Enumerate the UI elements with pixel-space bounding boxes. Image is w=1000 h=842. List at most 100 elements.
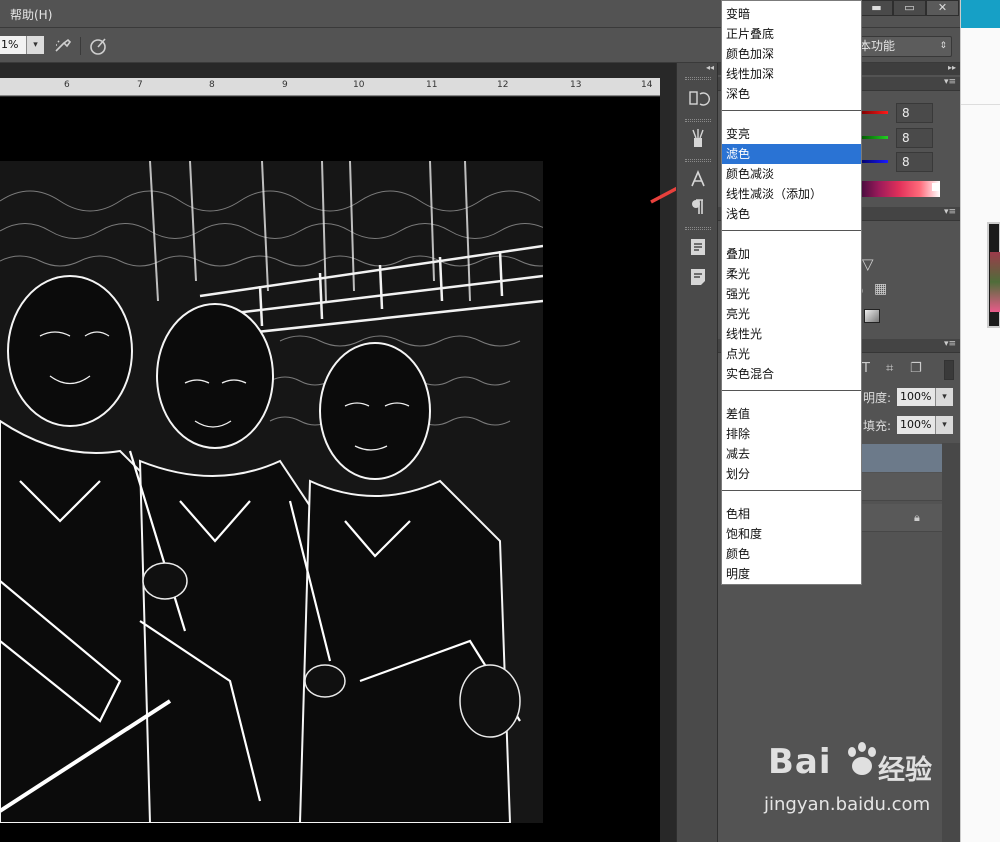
gradient-swatch[interactable] (864, 309, 880, 323)
layer-opacity-field[interactable]: 100% (897, 388, 935, 406)
ramp-white-swatch[interactable] (932, 183, 940, 191)
blend-mode-item[interactable]: 变亮 (722, 124, 861, 144)
dock-collapse-icon[interactable]: ◂◂ (706, 63, 714, 72)
green-slider[interactable] (860, 136, 888, 139)
blend-mode-item[interactable]: 柔光 (722, 264, 861, 284)
blend-mode-item[interactable]: 颜色减淡 (722, 164, 861, 184)
history-icon[interactable] (686, 87, 710, 111)
smart-object-icon[interactable]: ❐ (910, 361, 922, 376)
blend-mode-item[interactable]: 实色混合 (722, 364, 861, 384)
blend-mode-item[interactable]: 变暗 (722, 4, 861, 24)
layer-row-selected[interactable] (860, 444, 944, 472)
layer-opacity-label: 明度: (863, 391, 892, 405)
blend-mode-item[interactable]: 色相 (722, 504, 861, 524)
document-canvas[interactable] (0, 97, 660, 842)
blend-mode-item[interactable]: 浅色 (722, 204, 861, 224)
chevron-updown-icon: ⇕ (939, 41, 947, 51)
type-layer-icon[interactable]: T (862, 361, 870, 376)
lock-icon: 🔒︎ (914, 511, 920, 524)
ruler-label: 6 (64, 80, 70, 90)
blue-slider[interactable] (860, 160, 888, 163)
window-controls: ▬ ▭ ✕ (860, 0, 960, 16)
color-row-blue: 8 (860, 152, 936, 172)
blend-mode-item[interactable]: 明度 (722, 564, 861, 584)
pressure-icon[interactable] (88, 35, 110, 57)
blend-mode-item[interactable]: 颜色 (722, 544, 861, 564)
blend-mode-item[interactable]: 叠加 (722, 244, 861, 264)
red-value[interactable]: 8 (896, 103, 933, 123)
blend-mode-item[interactable]: 线性加深 (722, 64, 861, 84)
blend-mode-item[interactable]: 正片叠底 (722, 24, 861, 44)
blend-mode-item[interactable]: 点光 (722, 344, 861, 364)
panels-expand-icon[interactable]: ▸▸ (948, 63, 956, 72)
workspace-label: 本功能 (859, 39, 896, 53)
maximize-button[interactable]: ▭ (893, 0, 926, 16)
close-button[interactable]: ✕ (926, 0, 959, 16)
triangle-icon[interactable]: ▽ (862, 255, 874, 273)
blend-mode-item[interactable]: 颜色加深 (722, 44, 861, 64)
airbrush-icon[interactable] (52, 35, 74, 57)
notes-icon[interactable] (686, 265, 710, 289)
menu-separator (722, 110, 861, 111)
image-thumbnail[interactable] (987, 222, 1000, 328)
panel-menu-icon[interactable]: ▾≡ (944, 207, 956, 217)
layer-fill-label: 填充: (863, 419, 892, 433)
red-slider[interactable] (860, 111, 888, 114)
blend-mode-item[interactable]: 强光 (722, 284, 861, 304)
dock-grip[interactable] (685, 119, 711, 122)
character-icon[interactable] (686, 167, 710, 191)
menu-separator (722, 230, 861, 231)
panel-dock: ◂◂ (676, 63, 718, 842)
dock-grip[interactable] (685, 77, 711, 80)
blend-mode-item[interactable]: 划分 (722, 464, 861, 484)
tool-opacity-dropdown[interactable]: ▾ (26, 36, 44, 54)
horizontal-ruler: 6 7 8 9 10 11 12 13 14 (0, 78, 660, 96)
blend-mode-item[interactable]: 深色 (722, 84, 861, 104)
paragraph-icon[interactable] (686, 195, 710, 219)
layer-row[interactable] (860, 473, 944, 501)
options-separator (80, 37, 81, 55)
panel-menu-icon[interactable]: ▾≡ (944, 77, 956, 87)
menu-separator (722, 490, 861, 491)
dock-grip[interactable] (685, 227, 711, 230)
grid-icon[interactable]: ▦ (874, 281, 887, 297)
canvas-area[interactable]: 6 7 8 9 10 11 12 13 14 (0, 63, 676, 842)
blend-mode-item[interactable]: 线性光 (722, 324, 861, 344)
blend-mode-menu[interactable]: 变暗 正片叠底 颜色加深 线性加深 深色变亮 滤色 颜色减淡 线性减淡（添加） 浅色叠加 柔光 强光… (721, 0, 862, 585)
blue-value[interactable]: 8 (896, 152, 933, 172)
blend-mode-item-selected[interactable]: 滤色 (722, 144, 861, 164)
browser-side-strip (960, 0, 1000, 842)
tool-presets-icon[interactable] (686, 127, 710, 151)
dock-grip[interactable] (685, 159, 711, 162)
color-ramp[interactable] (858, 181, 940, 197)
workspace-select[interactable]: 本功能 ⇕ (852, 36, 952, 57)
menu-separator (722, 390, 861, 391)
baidu-watermark: Bai 经验 jingyan.baidu.com (760, 734, 960, 824)
blend-mode-item[interactable]: 亮光 (722, 304, 861, 324)
watermark-brand-cn: 经验 (878, 755, 932, 786)
green-value[interactable]: 8 (896, 128, 933, 148)
blend-mode-item[interactable]: 线性减淡（添加） (722, 184, 861, 204)
layers-filter-toggle[interactable] (944, 360, 954, 380)
thumbnail-image (990, 252, 1000, 312)
color-row-green: 8 (860, 128, 936, 148)
ruler-label: 14 (641, 80, 653, 90)
ruler-label: 9 (282, 80, 288, 90)
layer-fill-field[interactable]: 100% (897, 416, 935, 434)
blend-mode-item[interactable]: 减去 (722, 444, 861, 464)
layer-opacity-dropdown[interactable]: ▾ (935, 388, 953, 406)
layer-fill-dropdown[interactable]: ▾ (935, 416, 953, 434)
info-panel-icon[interactable] (686, 235, 710, 259)
blend-mode-item[interactable]: 排除 (722, 424, 861, 444)
blend-mode-item[interactable]: 差值 (722, 404, 861, 424)
tool-opacity-field[interactable]: 1% (0, 36, 26, 54)
menu-help[interactable]: 帮助(H) (10, 6, 52, 23)
ruler-label: 12 (497, 80, 509, 90)
layer-row-background[interactable] (860, 504, 944, 532)
panel-menu-icon[interactable]: ▾≡ (944, 339, 956, 349)
minimize-button[interactable]: ▬ (860, 0, 893, 16)
divider (961, 104, 1000, 105)
watermark-brand: Bai (768, 742, 832, 782)
transform-icon[interactable]: ⌗ (886, 361, 893, 376)
blend-mode-item[interactable]: 饱和度 (722, 524, 861, 544)
